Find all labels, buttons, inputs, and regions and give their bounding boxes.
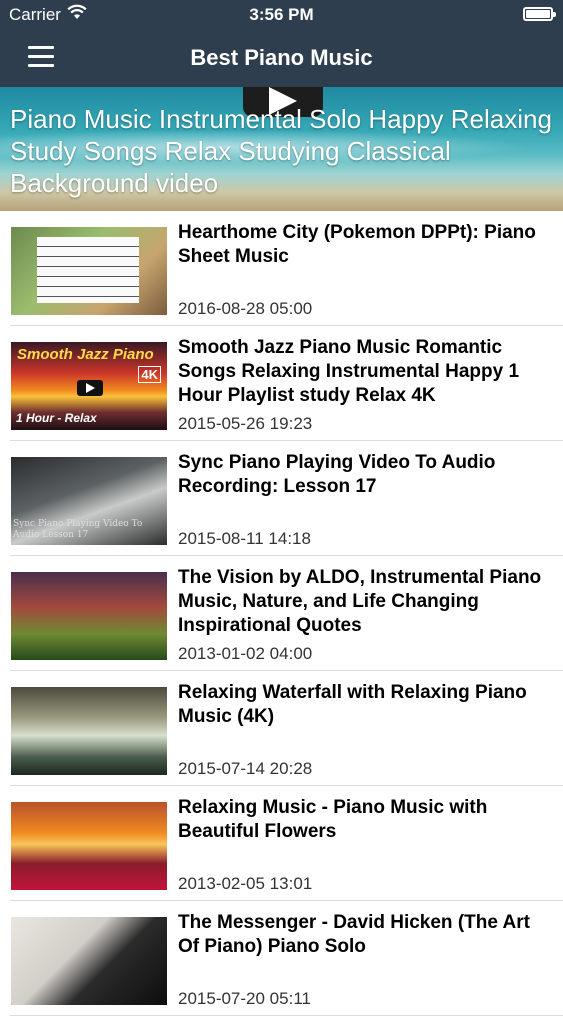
video-thumbnail bbox=[11, 687, 167, 775]
video-title: Smooth Jazz Piano Music Romantic Songs R… bbox=[178, 337, 520, 406]
status-bar: Carrier 3:56 PM bbox=[0, 0, 563, 30]
video-title: Relaxing Waterfall with Relaxing Piano M… bbox=[178, 682, 527, 727]
video-list-item[interactable]: Relaxing Music - Piano Music with Beauti… bbox=[10, 786, 563, 901]
thumbnail-badge: 4K bbox=[138, 366, 161, 383]
video-thumbnail bbox=[11, 227, 167, 315]
clock: 3:56 PM bbox=[249, 5, 314, 24]
video-date: 2015-07-14 20:28 bbox=[178, 759, 313, 778]
video-date: 2015-08-11 14:18 bbox=[178, 529, 311, 548]
video-date: 2013-01-02 04:00 bbox=[178, 644, 313, 663]
video-thumbnail: Sync Piano Playing Video To Audio Lesson… bbox=[11, 457, 167, 545]
video-title: Relaxing Music - Piano Music with Beauti… bbox=[178, 797, 488, 842]
video-date: 2016-08-28 05:00 bbox=[178, 299, 313, 318]
battery-icon bbox=[523, 7, 556, 21]
video-title: The Messenger - David Hicken (The Art Of… bbox=[178, 912, 530, 957]
thumbnail-caption: 1 Hour - Relax bbox=[16, 411, 97, 425]
video-date: 2015-05-26 19:23 bbox=[178, 414, 313, 433]
video-list-item[interactable]: The Vision by ALDO, Instrumental Piano M… bbox=[10, 556, 563, 671]
video-list: Hearthome City (Pokemon DPPt): Piano She… bbox=[0, 211, 563, 1016]
play-icon bbox=[77, 380, 103, 396]
video-date: 2013-02-05 13:01 bbox=[178, 874, 313, 893]
thumbnail-caption: Sync Piano Playing Video To Audio Lesson… bbox=[13, 519, 143, 540]
video-list-item[interactable]: Hearthome City (Pokemon DPPt): Piano She… bbox=[10, 211, 563, 326]
video-title: Sync Piano Playing Video To Audio Record… bbox=[178, 452, 496, 497]
video-thumbnail bbox=[11, 802, 167, 890]
page-title: Best Piano Music bbox=[190, 45, 373, 70]
video-list-item[interactable]: Smooth Jazz Piano 4K 1 Hour - Relax Smoo… bbox=[10, 326, 563, 441]
video-title: The Vision by ALDO, Instrumental Piano M… bbox=[178, 567, 542, 636]
video-date: 2015-07-20 05:11 bbox=[178, 989, 311, 1008]
video-thumbnail bbox=[11, 572, 167, 660]
featured-video-banner[interactable]: Piano Music Instrumental Solo Happy Rela… bbox=[0, 87, 563, 211]
featured-video-title: Piano Music Instrumental Solo Happy Rela… bbox=[10, 104, 552, 198]
video-thumbnail: Smooth Jazz Piano 4K 1 Hour - Relax bbox=[11, 342, 167, 430]
video-list-item[interactable]: The Messenger - David Hicken (The Art Of… bbox=[10, 901, 563, 1016]
thumbnail-caption: Smooth Jazz Piano bbox=[17, 346, 154, 363]
navigation-bar: Best Piano Music bbox=[0, 30, 563, 87]
video-title: Hearthome City (Pokemon DPPt): Piano She… bbox=[178, 222, 536, 267]
video-thumbnail bbox=[11, 917, 167, 1005]
video-list-item[interactable]: Sync Piano Playing Video To Audio Lesson… bbox=[10, 441, 563, 556]
video-list-item[interactable]: Relaxing Waterfall with Relaxing Piano M… bbox=[10, 671, 563, 786]
